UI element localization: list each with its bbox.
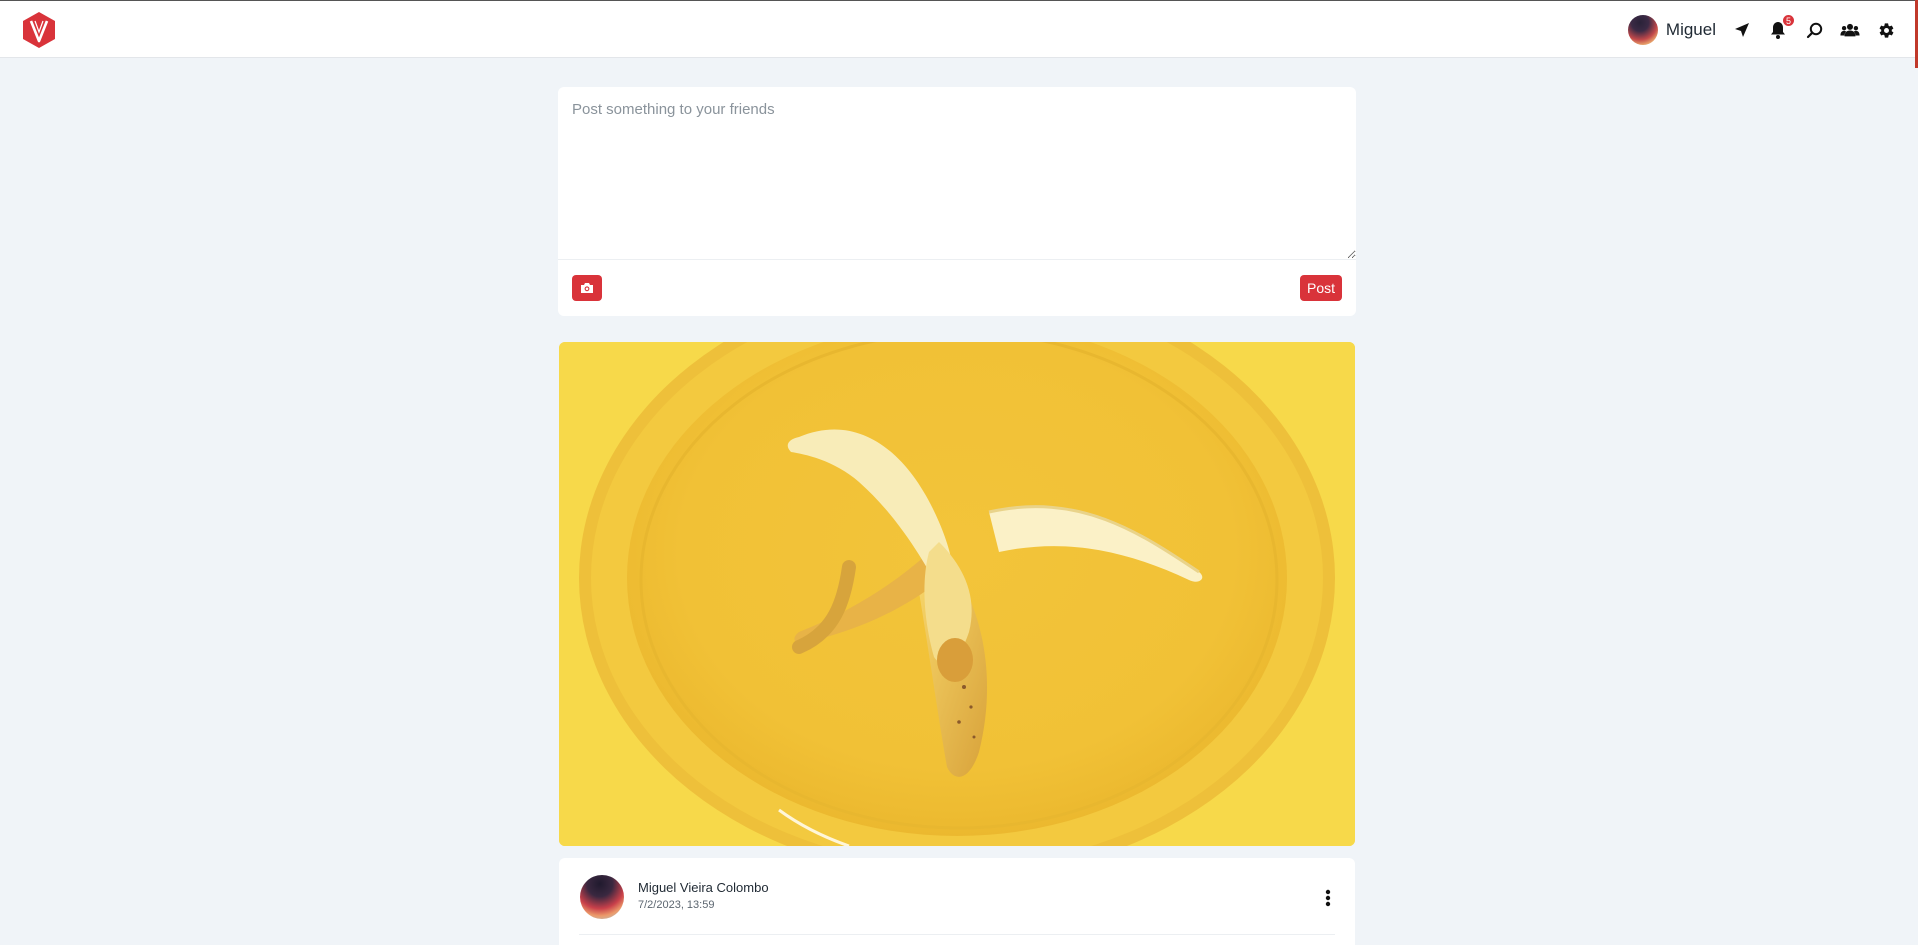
post-timestamp: 7/2/2023, 13:59 — [638, 899, 715, 911]
top-navbar: Miguel 5 — [0, 0, 1918, 58]
search-icon[interactable] — [1804, 20, 1824, 40]
user-name: Miguel — [1665, 20, 1716, 39]
post-image[interactable] — [559, 342, 1355, 846]
friends-icon[interactable] — [1840, 20, 1860, 40]
gear-icon[interactable] — [1876, 20, 1896, 40]
camera-icon — [581, 283, 593, 293]
post-author[interactable]: Miguel Vieira Colombo — [638, 880, 769, 895]
avatar — [1627, 15, 1658, 45]
send-icon[interactable] — [1732, 20, 1752, 40]
author-avatar[interactable] — [580, 875, 624, 919]
kebab-menu-icon[interactable] — [1323, 888, 1333, 908]
post-input[interactable] — [558, 87, 1356, 260]
post-composer: Post — [558, 87, 1356, 316]
notifications-button[interactable]: 5 — [1768, 14, 1795, 40]
add-photo-button[interactable] — [572, 275, 602, 301]
post-button[interactable]: Post — [1300, 275, 1342, 301]
banana-photo — [559, 342, 1355, 846]
logo-icon[interactable] — [20, 11, 58, 49]
notification-badge: 5 — [1782, 14, 1795, 27]
user-menu[interactable]: Miguel — [1627, 15, 1716, 45]
post-meta: Miguel Vieira Colombo 7/2/2023, 13:59 — [559, 858, 1355, 945]
nav-actions: Miguel 5 — [1627, 14, 1896, 45]
divider — [579, 934, 1335, 935]
